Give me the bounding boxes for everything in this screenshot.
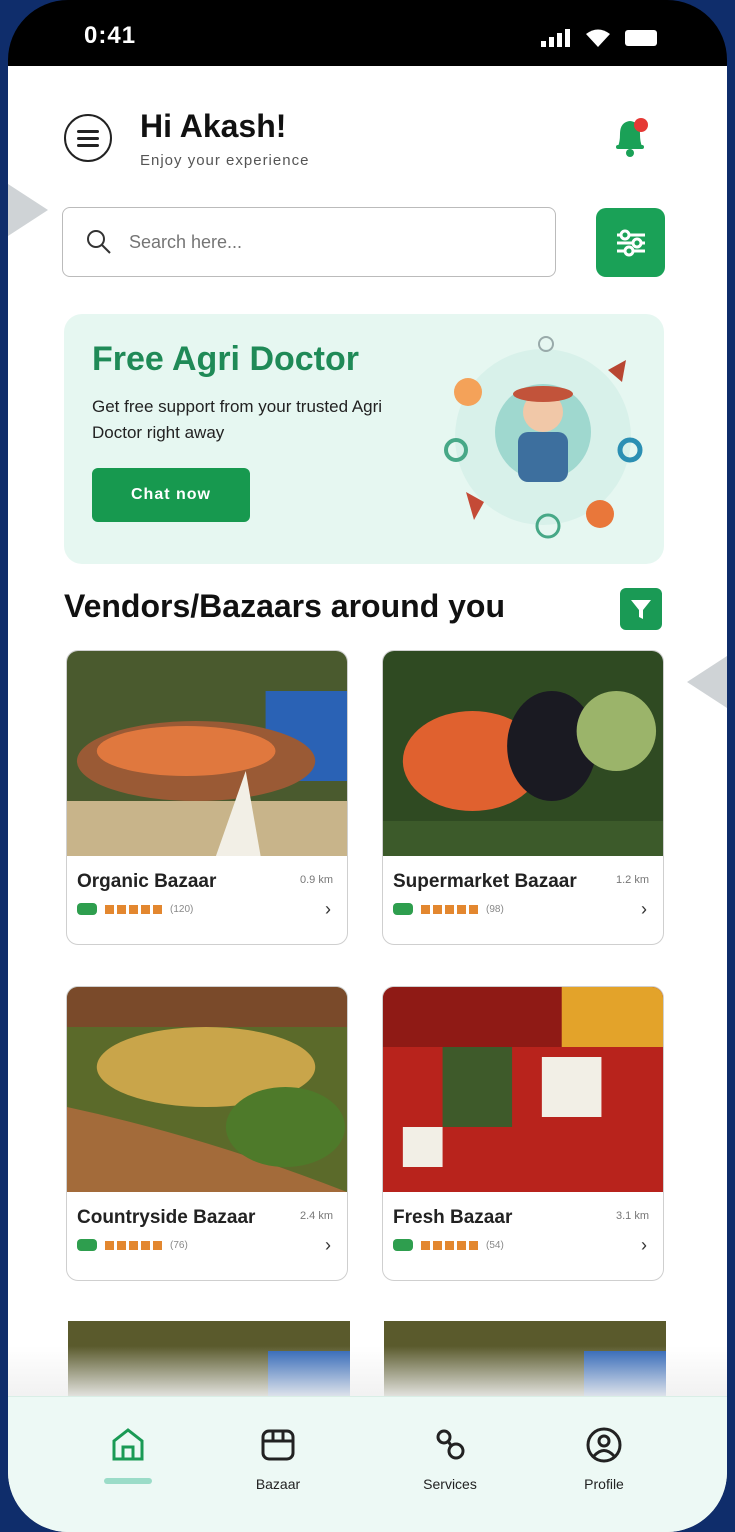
rating-stars	[105, 904, 162, 914]
menu-line	[77, 136, 99, 140]
greeting-subtitle: Enjoy your experience	[140, 152, 310, 169]
vendor-rating-row: (98)	[393, 903, 504, 915]
vendor-rating-row: (54)	[393, 1239, 504, 1251]
banner-title: Free Agri Doctor	[92, 340, 360, 378]
nav-item-home[interactable]	[68, 1425, 188, 1484]
signal-icon	[541, 29, 570, 47]
vendor-image	[383, 987, 663, 1192]
vendor-card[interactable]: Organic Bazaar 0.9 km (120) ›	[66, 650, 348, 945]
services-icon	[436, 1429, 465, 1460]
vendor-name: Supermarket Bazaar	[393, 871, 577, 892]
search-icon	[87, 230, 111, 254]
notification-bell-icon[interactable]	[610, 114, 650, 158]
scan-filter-button[interactable]	[596, 208, 665, 277]
menu-button[interactable]	[64, 114, 112, 162]
vendor-card[interactable]: Supermarket Bazaar 1.2 km (98) ›	[382, 650, 664, 945]
vendor-card[interactable]: Fresh Bazaar 3.1 km (54) ›	[382, 986, 664, 1281]
vendor-image	[67, 651, 347, 856]
filter-button[interactable]	[620, 588, 662, 630]
chevron-right-icon[interactable]: ›	[641, 1235, 647, 1256]
home-screen: Hi Akash! Enjoy your experience Search h…	[8, 66, 727, 1532]
vendor-distance: 3.1 km	[615, 1210, 649, 1222]
open-badge	[77, 903, 97, 915]
nav-item-bazaar[interactable]: Bazaar	[218, 1425, 338, 1492]
status-bar: 0:41	[8, 0, 727, 66]
left-pointer	[8, 184, 48, 236]
funnel-icon	[631, 600, 651, 619]
sliders-icon	[616, 229, 645, 256]
greeting-title: Hi Akash!	[140, 108, 287, 144]
nav-label: Profile	[584, 1476, 624, 1492]
vendor-distance: 0.9 km	[299, 874, 333, 886]
active-indicator	[104, 1478, 152, 1484]
menu-line	[77, 129, 99, 133]
vendor-review-count: (54)	[486, 1239, 504, 1251]
nav-item-profile[interactable]: Profile	[544, 1425, 664, 1492]
vendor-image	[67, 987, 347, 1192]
open-badge	[393, 903, 413, 915]
nav-label: Bazaar	[255, 1476, 301, 1492]
nav-label: Services	[423, 1476, 477, 1492]
status-time: 0:41	[84, 22, 137, 49]
search-bar[interactable]	[62, 207, 556, 277]
vendor-distance: 1.2 km	[615, 874, 649, 886]
chevron-right-icon[interactable]: ›	[325, 1235, 331, 1256]
home-icon	[112, 1428, 144, 1461]
rating-stars	[421, 1240, 478, 1250]
vendor-review-count: (98)	[486, 903, 504, 915]
menu-line	[77, 143, 99, 147]
status-icons	[541, 28, 659, 48]
section-title: Vendors/Bazaars around you	[64, 588, 506, 624]
search-input[interactable]	[127, 230, 511, 254]
chevron-right-icon[interactable]: ›	[641, 899, 647, 920]
vendor-name: Organic Bazaar	[77, 871, 217, 892]
wifi-icon	[586, 29, 610, 47]
rating-stars	[105, 1240, 162, 1250]
banner-description: Get free support from your trusted Agri …	[92, 397, 383, 442]
agri-doctor-illustration	[444, 336, 643, 539]
vendor-rating-row: (76)	[77, 1239, 188, 1251]
battery-icon	[625, 30, 657, 46]
agri-doctor-banner: Free Agri Doctor Get free support from y…	[64, 314, 664, 564]
vendor-image	[383, 651, 663, 856]
scroll-fade	[8, 1346, 727, 1396]
vendor-name: Fresh Bazaar	[393, 1207, 513, 1228]
open-badge	[77, 1239, 97, 1251]
profile-icon	[586, 1427, 622, 1463]
nav-item-services[interactable]: Services	[390, 1425, 510, 1492]
open-badge	[393, 1239, 413, 1251]
store-icon	[261, 1429, 295, 1461]
bottom-navigation: Bazaar Services Profile	[8, 1396, 727, 1532]
vendor-name: Countryside Bazaar	[77, 1207, 256, 1228]
chevron-right-icon[interactable]: ›	[325, 899, 331, 920]
vendor-rating-row: (120)	[77, 903, 193, 915]
chat-now-button[interactable]: Chat now	[92, 468, 250, 522]
vendor-review-count: (120)	[170, 903, 194, 915]
vendor-card[interactable]: Countryside Bazaar 2.4 km (76) ›	[66, 986, 348, 1281]
vendor-distance: 2.4 km	[299, 1210, 333, 1222]
rating-stars	[421, 904, 478, 914]
vendor-review-count: (76)	[170, 1239, 188, 1251]
phone-frame: 0:41 Hi Akash! Enjoy your experience Sea…	[8, 0, 727, 1532]
right-pointer	[687, 656, 727, 708]
